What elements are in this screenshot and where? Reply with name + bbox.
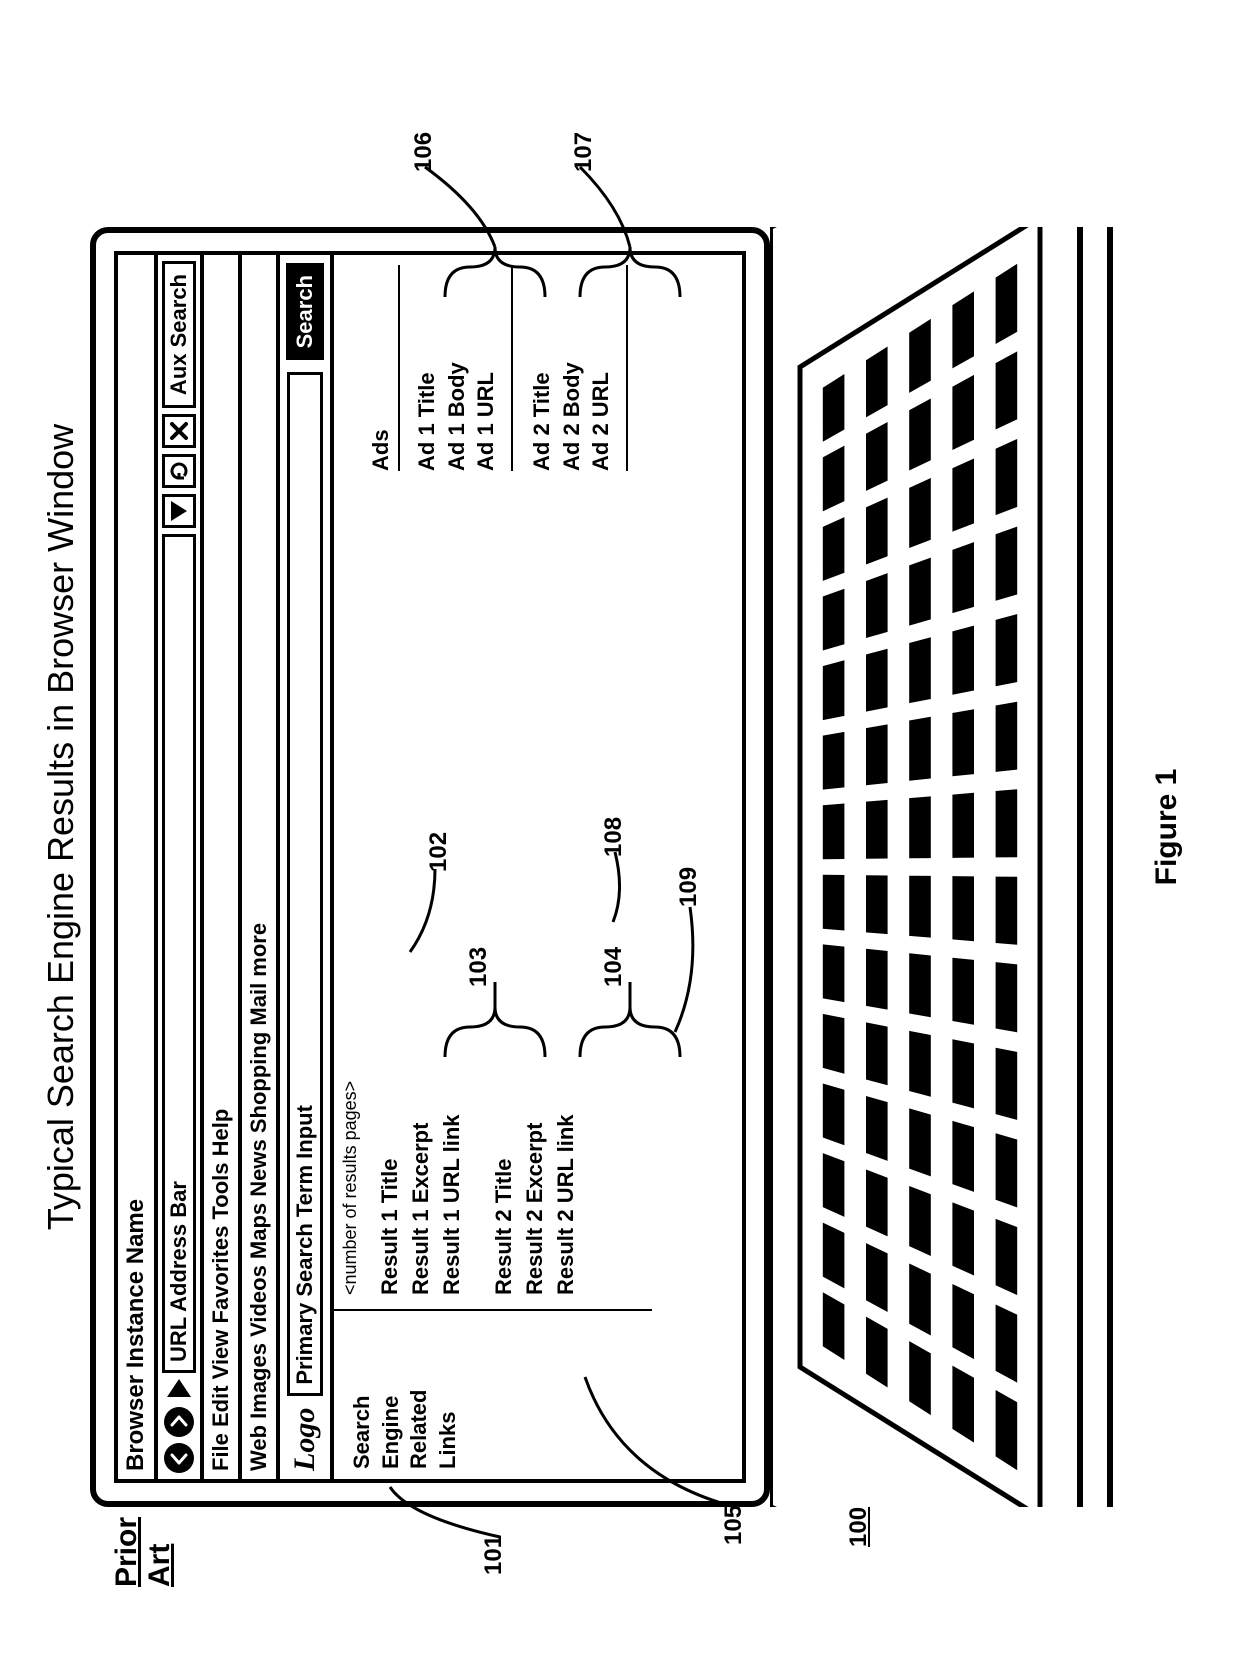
ads-header: Ads: [368, 265, 400, 471]
laptop: Browser Instance Name URL Address Bar: [90, 227, 1140, 1507]
diagram-canvas: Typical Search Engine Results in Browser…: [20, 27, 1220, 1627]
stop-button[interactable]: [162, 414, 196, 448]
page-title: Typical Search Engine Results in Browser…: [40, 27, 82, 1627]
results-meta: <number of results pages>: [340, 499, 361, 1295]
ad-1-title[interactable]: Ad 1 Title: [412, 265, 442, 471]
ref-106: 106: [410, 131, 438, 171]
window-title-bar: Browser Instance Name: [118, 255, 158, 1479]
prior-art-l2: Art: [143, 1516, 176, 1586]
aux-search-box[interactable]: Aux Search: [162, 261, 196, 408]
ad-1: Ad 1 Title Ad 1 Body Ad 1 URL: [412, 265, 513, 471]
ref-108: 108: [600, 816, 628, 856]
aux-search-label: Aux Search: [166, 274, 192, 395]
content-area: Search Engine Related Links <number of r…: [334, 255, 652, 1479]
ref-104: 104: [600, 946, 628, 986]
url-address-label: URL Address Bar: [166, 1181, 192, 1362]
ad-1-url[interactable]: Ad 1 URL: [471, 265, 501, 471]
search-button[interactable]: Search: [286, 263, 324, 360]
prior-art-label: Prior Art: [110, 1516, 176, 1586]
logo: Logo: [288, 1407, 322, 1470]
go-button[interactable]: [167, 1379, 191, 1397]
search-button-label: Search: [292, 275, 317, 348]
ref-102: 102: [425, 831, 453, 871]
keyboard: [770, 227, 1140, 1507]
sidebar-l3[interactable]: Related: [405, 1321, 434, 1469]
ref-103: 103: [465, 946, 493, 986]
ad-2-body: Ad 2 Body: [557, 265, 587, 471]
ad-2: Ad 2 Title Ad 2 Body Ad 2 URL: [527, 265, 628, 471]
arrow-left-icon: [170, 1449, 188, 1467]
result-2-url[interactable]: Result 2 URL link: [551, 499, 582, 1295]
sidebar: Search Engine Related Links: [334, 1309, 652, 1479]
ref-105: 105: [720, 1504, 748, 1544]
result-1-url[interactable]: Result 1 URL link: [437, 499, 468, 1295]
arrow-right-icon: [170, 1413, 188, 1431]
search-input-label: Primary Search Term Input: [292, 1105, 318, 1385]
search-input[interactable]: Primary Search Term Input: [287, 372, 323, 1395]
address-toolbar: URL Address Bar: [158, 255, 204, 1479]
reload-button[interactable]: [162, 454, 196, 488]
result-2-excerpt: Result 2 Excerpt: [520, 499, 551, 1295]
result-2-title[interactable]: Result 2 Title: [489, 499, 520, 1295]
ref-109: 109: [675, 866, 703, 906]
sidebar-l1[interactable]: Search: [348, 1321, 377, 1469]
sidebar-l2[interactable]: Engine: [377, 1321, 406, 1469]
ref-101: 101: [480, 1534, 508, 1574]
result-1: Result 1 Title Result 1 Excerpt Result 1…: [375, 499, 467, 1295]
menu-bar[interactable]: File Edit View Favorites Tools Help: [204, 255, 242, 1479]
figure-label: Figure 1: [1150, 768, 1184, 885]
ref-100: 100: [845, 1506, 873, 1546]
result-1-excerpt: Result 1 Excerpt: [406, 499, 437, 1295]
back-button[interactable]: [164, 1443, 194, 1473]
result-2: Result 2 Title Result 2 Excerpt Result 2…: [489, 499, 581, 1295]
prior-art-l1: Prior: [110, 1516, 143, 1586]
result-1-title[interactable]: Result 1 Title: [375, 499, 406, 1295]
sidebar-l4[interactable]: Links: [434, 1321, 463, 1469]
ad-2-title[interactable]: Ad 2 Title: [527, 265, 557, 471]
chevron-down-icon: [171, 501, 187, 521]
search-nav-bar[interactable]: Web Images Videos Maps News Shopping Mai…: [242, 255, 280, 1479]
search-row: Logo Primary Search Term Input Search: [280, 255, 334, 1479]
results-column: <number of results pages> Result 1 Title…: [334, 485, 652, 1309]
ad-1-body: Ad 1 Body: [442, 265, 472, 471]
url-address-bar[interactable]: URL Address Bar: [162, 534, 196, 1373]
refresh-icon: [168, 460, 190, 482]
forward-button[interactable]: [164, 1407, 194, 1437]
close-icon: [169, 421, 189, 441]
ads-column: Ads Ad 1 Title Ad 1 Body Ad 1 URL Ad 2 T…: [334, 255, 652, 485]
dropdown-button[interactable]: [162, 494, 196, 528]
ref-107: 107: [570, 131, 598, 171]
ad-2-url[interactable]: Ad 2 URL: [586, 265, 616, 471]
